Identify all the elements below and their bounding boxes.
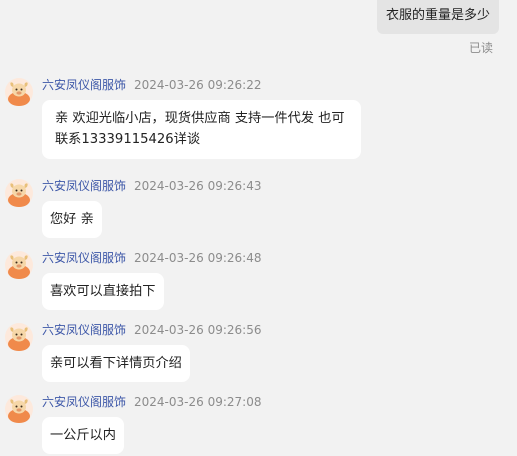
chat-message-list[interactable]: 衣服的重量是多少 已读 六安凤仪阁服饰 2024-03-26 09:26:22 亲…: [0, 0, 517, 456]
message-meta: 六安凤仪阁服饰 2024-03-26 09:26:56: [42, 321, 261, 339]
shop-mascot-icon: [5, 251, 33, 279]
sender-avatar[interactable]: [5, 395, 33, 423]
sender-avatar[interactable]: [5, 251, 33, 279]
outgoing-message-text: 衣服的重量是多少: [385, 8, 490, 23]
sender-name[interactable]: 六安凤仪阁服饰: [42, 251, 126, 265]
message-bubble[interactable]: 您好 亲: [42, 201, 102, 238]
sender-name[interactable]: 六安凤仪阁服饰: [42, 78, 126, 92]
message-time: 2024-03-26 09:26:22: [134, 78, 262, 92]
sender-avatar[interactable]: [5, 78, 33, 106]
message-meta: 六安凤仪阁服饰 2024-03-26 09:26:22: [42, 76, 261, 94]
message-time: 2024-03-26 09:26:48: [134, 251, 262, 265]
message-text: 您好 亲: [50, 212, 94, 227]
sender-avatar[interactable]: [5, 323, 33, 351]
message-time: 2024-03-26 09:26:43: [134, 179, 262, 193]
message-bubble[interactable]: 一公斤以内: [42, 417, 124, 454]
message-time: 2024-03-26 09:26:56: [134, 323, 262, 337]
sender-name[interactable]: 六安凤仪阁服饰: [42, 179, 126, 193]
message-meta: 六安凤仪阁服饰 2024-03-26 09:26:48: [42, 249, 261, 267]
message-text: 喜欢可以直接拍下: [50, 284, 156, 299]
message-bubble[interactable]: 亲 欢迎光临小店，现货供应商 支持一件代发 也可联系13339115426详谈: [42, 100, 361, 159]
sender-name[interactable]: 六安凤仪阁服饰: [42, 395, 126, 409]
outgoing-message-bubble[interactable]: 衣服的重量是多少: [376, 0, 499, 34]
shop-mascot-icon: [5, 395, 33, 423]
sender-avatar[interactable]: [5, 179, 33, 207]
message-bubble[interactable]: 喜欢可以直接拍下: [42, 273, 164, 310]
message-text: 亲 欢迎光临小店，现货供应商 支持一件代发 也可联系13339115426详谈: [55, 111, 345, 147]
shop-mascot-icon: [5, 323, 33, 351]
message-time: 2024-03-26 09:27:08: [134, 395, 262, 409]
sender-name[interactable]: 六安凤仪阁服饰: [42, 323, 126, 337]
message-text: 一公斤以内: [50, 428, 116, 443]
shop-mascot-icon: [5, 179, 33, 207]
message-meta: 六安凤仪阁服饰 2024-03-26 09:26:43: [42, 177, 261, 195]
message-meta: 六安凤仪阁服饰 2024-03-26 09:27:08: [42, 393, 261, 411]
message-text: 亲可以看下详情页介绍: [50, 356, 182, 371]
read-status: 已读: [468, 41, 493, 55]
message-bubble[interactable]: 亲可以看下详情页介绍: [42, 345, 190, 382]
shop-mascot-icon: [5, 78, 33, 106]
